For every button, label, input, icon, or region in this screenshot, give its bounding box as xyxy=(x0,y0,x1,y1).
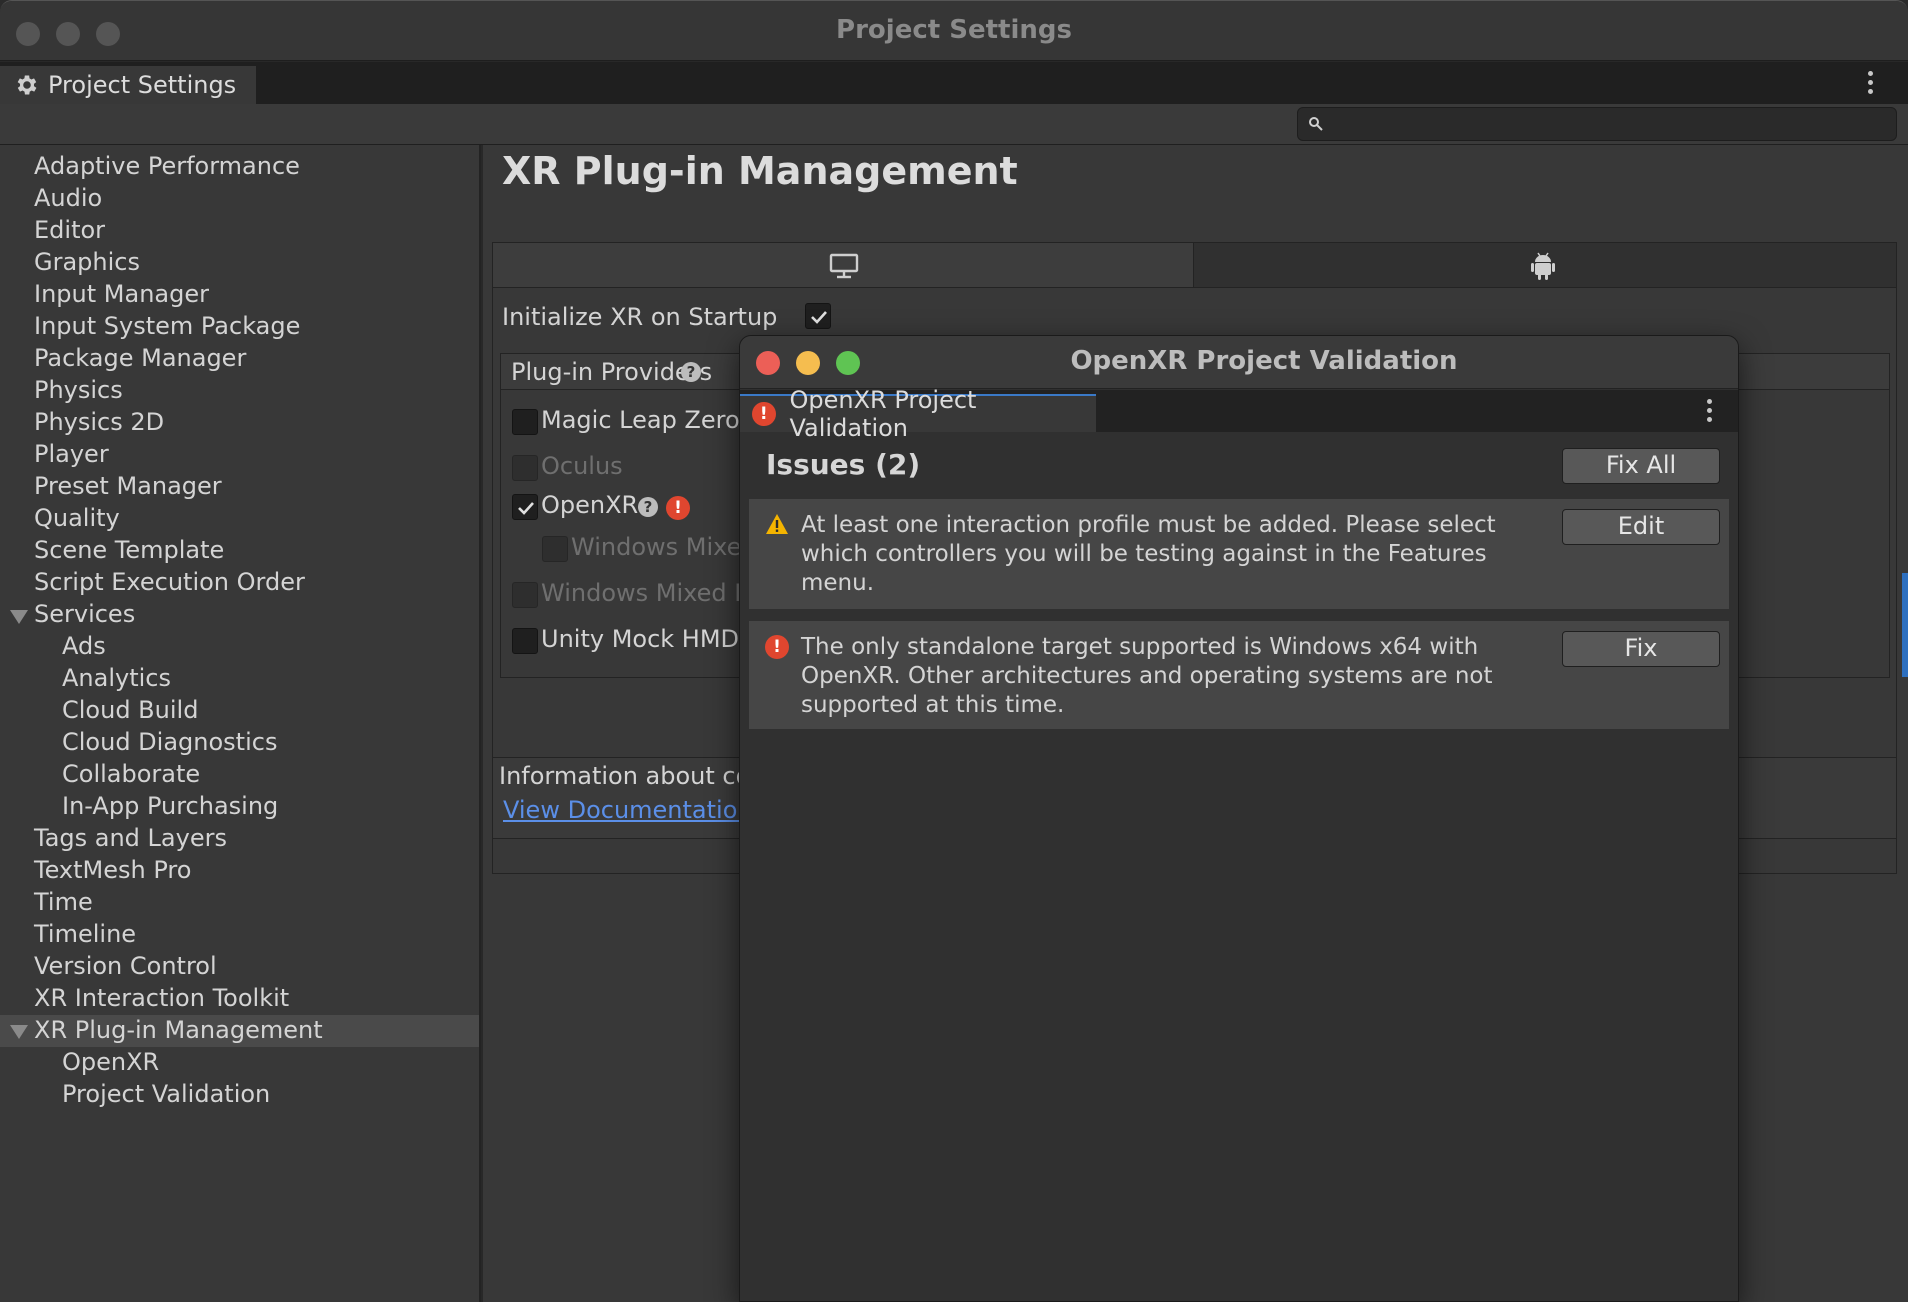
sidebar-item-input-manager[interactable]: Input Manager xyxy=(34,278,209,310)
sidebar-item-xr-plugin-management[interactable]: XR Plug-in Management xyxy=(34,1014,323,1046)
help-icon[interactable]: ? xyxy=(681,362,701,382)
fix-button[interactable]: Fix xyxy=(1562,631,1720,667)
issue-row: ! The only standalone target supported i… xyxy=(749,621,1729,729)
provider-label-magic-leap: Magic Leap Zero xyxy=(541,406,740,434)
init-xr-label: Initialize XR on Startup xyxy=(502,303,778,331)
expand-triangle-icon[interactable] xyxy=(10,1025,28,1039)
sidebar-item-timeline[interactable]: Timeline xyxy=(34,918,136,950)
view-documentation-link[interactable]: View Documentation xyxy=(503,796,753,824)
provider-label-unity-mock-hmd: Unity Mock HMD xyxy=(541,625,740,653)
init-xr-checkbox[interactable] xyxy=(805,303,831,329)
platform-tabs xyxy=(492,242,1897,288)
sidebar-item-quality[interactable]: Quality xyxy=(34,502,120,534)
openxr-validation-window: OpenXR Project Validation ! OpenXR Proje… xyxy=(739,335,1739,1302)
tab-android[interactable] xyxy=(1194,243,1896,287)
sidebar-item-audio[interactable]: Audio xyxy=(34,182,102,214)
provider-label-windows-mixed-sub: Windows Mixe xyxy=(571,533,742,561)
help-icon[interactable]: ? xyxy=(638,497,658,517)
sidebar-item-graphics[interactable]: Graphics xyxy=(34,246,140,278)
sidebar-item-script-execution-order[interactable]: Script Execution Order xyxy=(34,566,305,598)
tab-label: Project Settings xyxy=(48,71,237,99)
sidebar-item-cloud-build[interactable]: Cloud Build xyxy=(62,694,198,726)
sidebar-item-physics-2d[interactable]: Physics 2D xyxy=(34,406,164,438)
sidebar-item-preset-manager[interactable]: Preset Manager xyxy=(34,470,222,502)
scrollbar-accent xyxy=(1902,573,1908,677)
desktop-icon xyxy=(829,253,859,279)
search-input[interactable] xyxy=(1297,107,1897,141)
sidebar-item-version-control[interactable]: Version Control xyxy=(34,950,217,982)
gear-icon xyxy=(17,75,37,95)
warning-icon xyxy=(766,514,788,534)
modal-title-bar: OpenXR Project Validation xyxy=(740,336,1738,389)
issue-text: At least one interaction profile must be… xyxy=(801,512,1496,596)
page-title: XR Plug-in Management xyxy=(502,149,1018,193)
issue-text: The only standalone target supported is … xyxy=(801,634,1493,718)
error-icon: ! xyxy=(765,635,789,659)
issues-heading: Issues (2) xyxy=(766,448,921,481)
search-icon xyxy=(1309,117,1323,131)
sidebar-item-in-app-purchasing[interactable]: In-App Purchasing xyxy=(62,790,278,822)
tab-label: OpenXR Project Validation xyxy=(789,386,977,442)
title-bar: Project Settings xyxy=(0,1,1908,61)
sidebar-item-analytics[interactable]: Analytics xyxy=(62,662,171,694)
settings-sidebar: Adaptive Performance Audio Editor Graphi… xyxy=(0,145,481,1302)
error-icon[interactable]: ! xyxy=(666,496,690,520)
window-title: Project Settings xyxy=(836,15,1072,45)
more-options-icon[interactable] xyxy=(1866,71,1874,94)
toolbar xyxy=(0,104,1908,145)
edit-button[interactable]: Edit xyxy=(1562,509,1720,545)
checkmark-icon xyxy=(518,502,534,515)
provider-checkbox-oculus[interactable] xyxy=(512,455,538,481)
provider-checkbox-windows-mixed[interactable] xyxy=(512,582,538,608)
provider-label-openxr: OpenXR xyxy=(541,491,639,519)
sidebar-item-physics[interactable]: Physics xyxy=(34,374,123,406)
sidebar-item-xr-interaction-toolkit[interactable]: XR Interaction Toolkit xyxy=(34,982,289,1014)
error-icon: ! xyxy=(752,402,776,426)
tab-desktop[interactable] xyxy=(493,243,1194,287)
sidebar-item-services[interactable]: Services xyxy=(34,598,135,630)
sidebar-item-package-manager[interactable]: Package Manager xyxy=(34,342,246,374)
provider-label-oculus: Oculus xyxy=(541,452,623,480)
provider-checkbox-magic-leap[interactable] xyxy=(512,409,538,435)
sidebar-item-tags-and-layers[interactable]: Tags and Layers xyxy=(34,822,227,854)
expand-triangle-icon[interactable] xyxy=(10,610,28,624)
more-options-icon[interactable] xyxy=(1705,399,1713,422)
android-icon xyxy=(1531,252,1555,280)
tab-bar: Project Settings xyxy=(0,62,1908,104)
sidebar-item-time[interactable]: Time xyxy=(34,886,93,918)
tab-openxr-validation[interactable]: ! OpenXR Project Validation xyxy=(740,386,1096,442)
sidebar-item-cloud-diagnostics[interactable]: Cloud Diagnostics xyxy=(62,726,277,758)
sidebar-item-project-validation[interactable]: Project Validation xyxy=(62,1078,270,1110)
provider-checkbox-windows-mixed-sub[interactable] xyxy=(542,536,568,562)
sidebar-item-textmesh-pro[interactable]: TextMesh Pro xyxy=(34,854,191,886)
sidebar-item-adaptive-performance[interactable]: Adaptive Performance xyxy=(34,150,300,182)
sidebar-item-scene-template[interactable]: Scene Template xyxy=(34,534,224,566)
sidebar-item-editor[interactable]: Editor xyxy=(34,214,105,246)
sidebar-item-input-system-package[interactable]: Input System Package xyxy=(34,310,300,342)
sidebar-item-openxr[interactable]: OpenXR xyxy=(62,1046,159,1078)
checkmark-icon xyxy=(811,311,827,324)
tab-project-settings[interactable]: Project Settings xyxy=(0,66,256,104)
provider-checkbox-openxr[interactable] xyxy=(512,494,538,520)
info-text: Information about con xyxy=(499,762,766,790)
sidebar-item-collaborate[interactable]: Collaborate xyxy=(62,758,200,790)
modal-tab-bar: ! OpenXR Project Validation xyxy=(740,386,1738,442)
provider-label-windows-mixed: Windows Mixed R xyxy=(541,579,751,607)
issue-row: At least one interaction profile must be… xyxy=(749,499,1729,609)
provider-checkbox-unity-mock-hmd[interactable] xyxy=(512,628,538,654)
modal-title: OpenXR Project Validation xyxy=(1070,346,1458,376)
sidebar-item-player[interactable]: Player xyxy=(34,438,109,470)
fix-all-button[interactable]: Fix All xyxy=(1562,448,1720,484)
sidebar-item-ads[interactable]: Ads xyxy=(62,630,106,662)
